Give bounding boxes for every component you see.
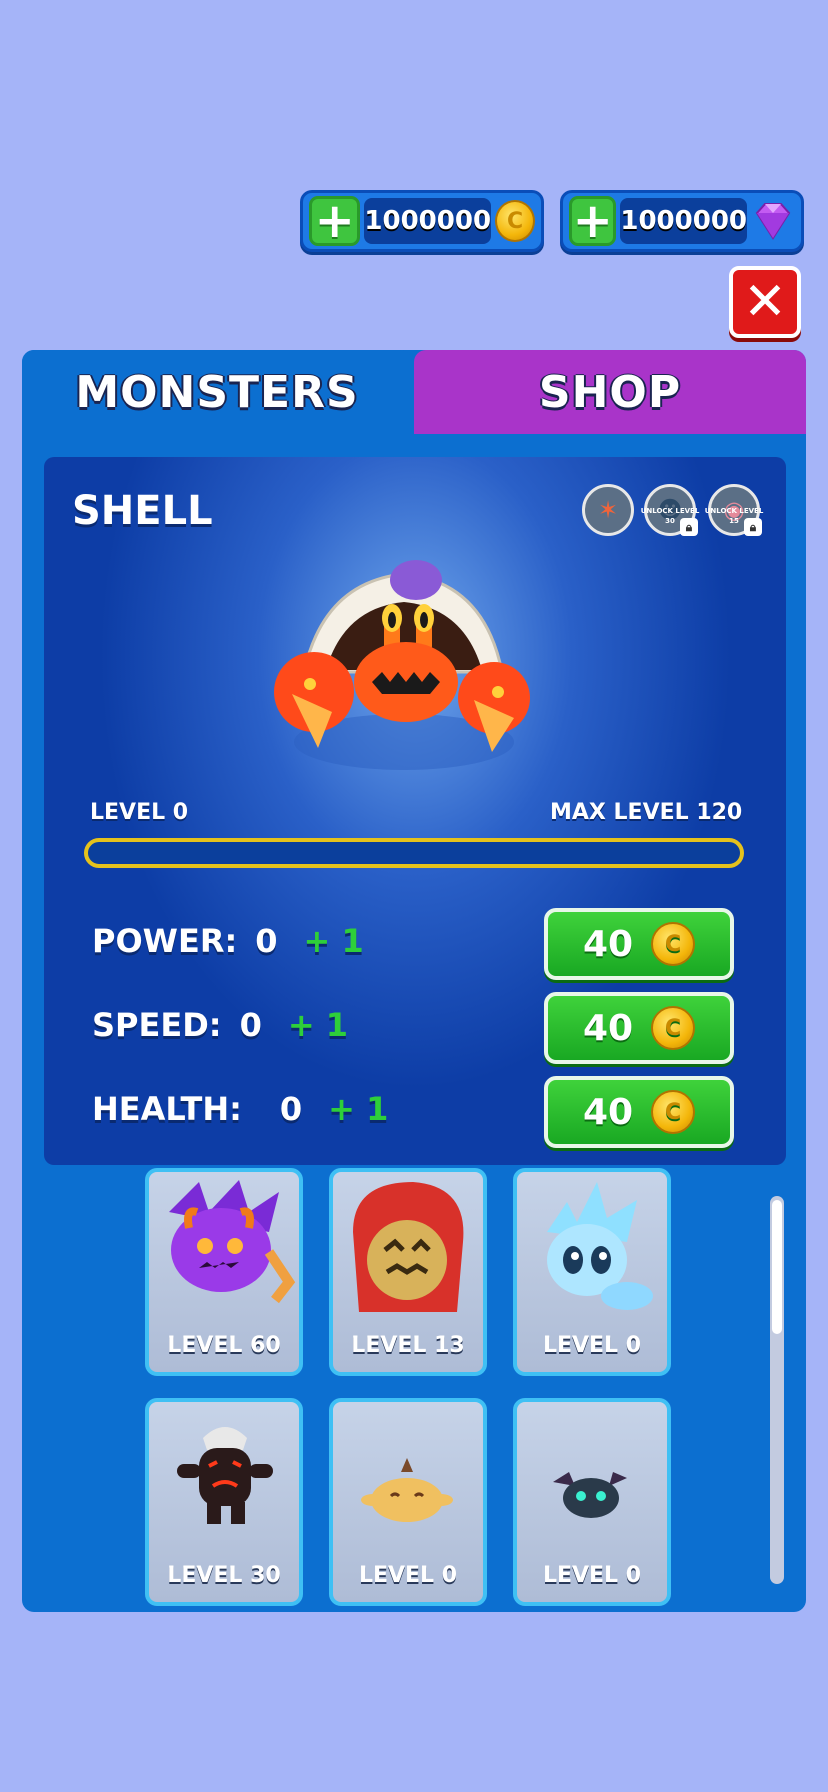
skin-icon: ✶ xyxy=(597,496,619,524)
stat-label: POWER: xyxy=(92,922,238,960)
coin-balance-bar: + 1000000 C xyxy=(300,190,544,252)
gem-icon xyxy=(751,201,795,241)
card-level-label: LEVEL 0 xyxy=(358,1563,458,1588)
coin-icon: C xyxy=(651,1006,696,1050)
stat-row-power: POWER: 0 + 1 xyxy=(92,922,364,960)
stat-label: SPEED: xyxy=(92,1006,222,1044)
monster-card[interactable]: LEVEL 13 xyxy=(329,1168,487,1376)
upgrade-power-button[interactable]: 40 C xyxy=(544,908,734,980)
stat-value: 0 xyxy=(239,1006,262,1044)
gem-balance-bar: + 1000000 xyxy=(560,190,804,252)
card-level-label: LEVEL 0 xyxy=(542,1333,642,1358)
bat-monster-icon xyxy=(553,1472,627,1518)
card-level-label: LEVEL 13 xyxy=(351,1333,465,1358)
skin-unlock-caption: UNLOCK LEVEL 15 xyxy=(704,507,764,525)
monster-card[interactable]: LEVEL 60 xyxy=(145,1168,303,1376)
bird-monster-icon xyxy=(361,1458,453,1522)
scrollbar-thumb[interactable] xyxy=(772,1200,782,1334)
stat-bonus: + 1 xyxy=(287,1006,349,1044)
upgrade-speed-button[interactable]: 40 C xyxy=(544,992,734,1064)
coin-icon: C xyxy=(495,200,535,242)
monster-card[interactable]: LEVEL 0 xyxy=(513,1398,671,1606)
upgrade-health-button[interactable]: 40 C xyxy=(544,1076,734,1148)
stat-label: HEALTH: xyxy=(92,1090,242,1128)
card-level-label: LEVEL 30 xyxy=(167,1563,281,1588)
monster-list-scrollbar[interactable] xyxy=(770,1196,784,1584)
stat-bonus: + 1 xyxy=(328,1090,389,1128)
coin-amount: 1000000 xyxy=(364,198,492,244)
coin-icon: C xyxy=(651,922,696,966)
egg-shell-monster-icon xyxy=(177,1427,273,1524)
tab-shop[interactable]: SHOP xyxy=(414,350,806,434)
level-progress-bar xyxy=(84,838,744,868)
max-level-label: MAX LEVEL 120 xyxy=(550,800,743,825)
monster-card[interactable]: LEVEL 30 xyxy=(145,1398,303,1606)
card-level-label: LEVEL 0 xyxy=(542,1563,642,1588)
upgrade-cost: 40 xyxy=(582,923,634,965)
stat-value: 0 xyxy=(279,1090,303,1128)
ice-spirit-monster-icon xyxy=(547,1182,653,1310)
gem-amount: 1000000 xyxy=(620,198,747,244)
upgrade-cost: 40 xyxy=(582,1007,634,1049)
card-level-label: LEVEL 60 xyxy=(167,1333,281,1358)
shell-monster-illustration xyxy=(274,560,530,770)
stat-row-speed: SPEED: 0 + 1 xyxy=(92,1006,348,1044)
monster-card[interactable]: LEVEL 0 xyxy=(329,1398,487,1606)
red-hooded-monster-icon xyxy=(353,1182,464,1312)
stat-value: 0 xyxy=(255,922,278,960)
monster-card[interactable]: LEVEL 0 xyxy=(513,1168,671,1376)
skin-slot-1[interactable]: ✶ xyxy=(582,484,634,536)
add-gems-button[interactable]: + xyxy=(569,196,617,246)
monster-name: SHELL xyxy=(72,488,213,534)
add-coins-button[interactable]: + xyxy=(309,196,361,246)
current-level-label: LEVEL 0 xyxy=(90,800,189,825)
tab-monsters[interactable]: MONSTERS xyxy=(22,350,412,434)
stat-row-health: HEALTH: 0 + 1 xyxy=(92,1090,388,1128)
purple-spider-monster-icon xyxy=(169,1180,296,1304)
coin-icon: C xyxy=(651,1090,696,1134)
skin-unlock-caption: UNLOCK LEVEL 30 xyxy=(640,507,700,525)
upgrade-cost: 40 xyxy=(582,1091,634,1133)
close-button[interactable]: ✕ xyxy=(729,266,801,338)
stat-bonus: + 1 xyxy=(303,922,364,960)
